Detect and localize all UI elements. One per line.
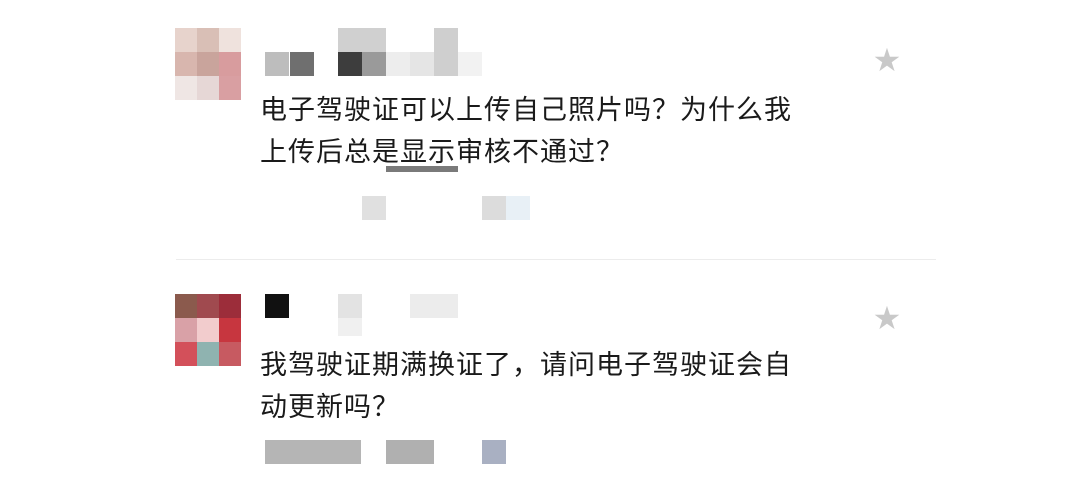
comment-text: 电子驾驶证可以上传自己照片吗？为什么我 上传后总是显示审核不通过？: [260, 95, 792, 168]
comment-text: 我驾驶证期满换证了，请问电子驾驶证会自 动更新吗？: [260, 350, 792, 423]
avatar[interactable]: [175, 28, 241, 100]
avatar[interactable]: [175, 294, 241, 366]
star-icon[interactable]: ★: [870, 301, 904, 335]
star-icon[interactable]: ★: [870, 43, 904, 77]
divider: [176, 259, 936, 260]
